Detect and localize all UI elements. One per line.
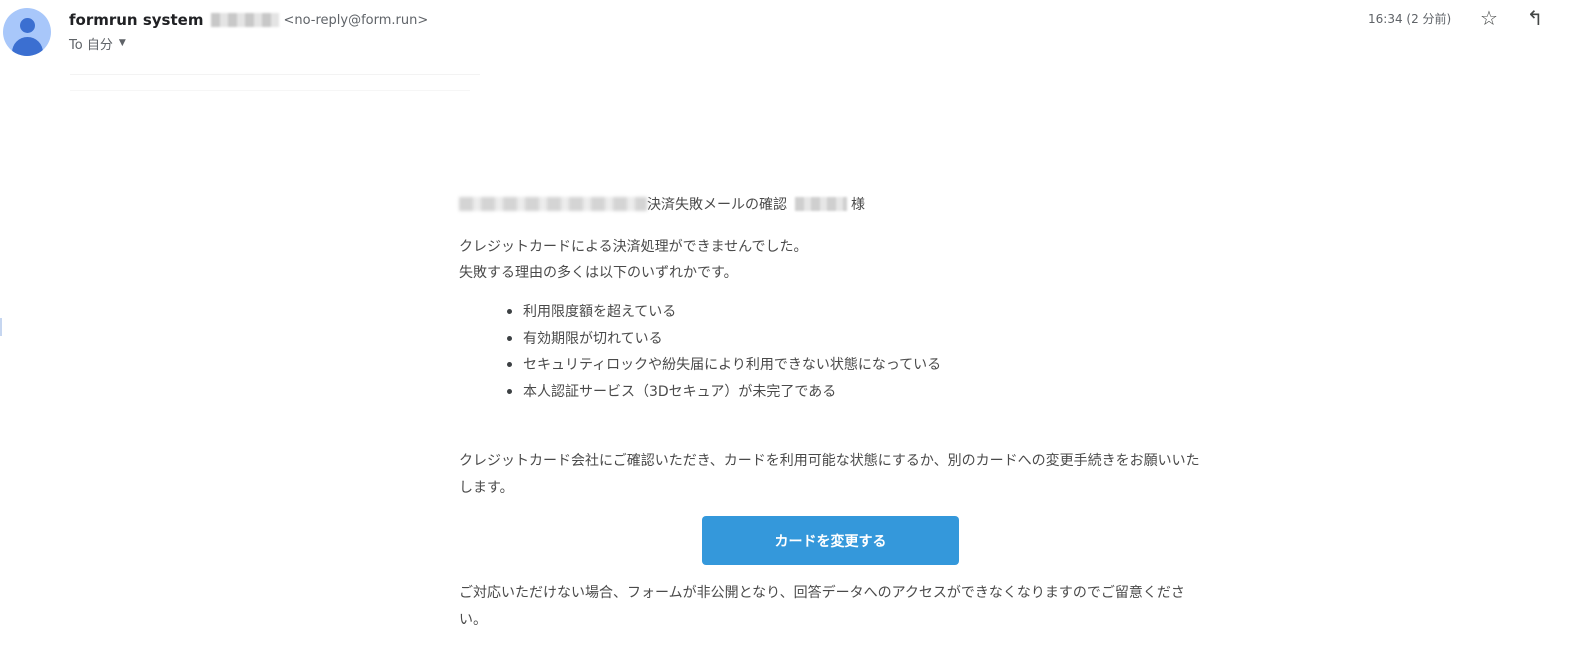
faint-divider — [70, 74, 480, 75]
redacted-sender-detail — [211, 13, 280, 27]
faint-divider-secondary — [70, 90, 470, 91]
notice-text: ご対応いただけない場合、フォームが非公開となり、回答データへのアクセスができなく… — [459, 585, 1185, 628]
greeting-subject: 決済失敗メールの確認 — [647, 197, 787, 213]
list-item: 有効期限が切れている — [507, 326, 941, 353]
list-item: セキュリティロックや紛失届により利用できない状態になっている — [507, 352, 941, 379]
redacted-form-name — [459, 197, 647, 211]
list-item: 利用限度額を超えている — [507, 299, 941, 326]
recipient-label: To 自分 — [69, 37, 113, 53]
intro-line-2: 失敗する理由の多くは以下のいずれかです。 — [459, 265, 738, 281]
email-header: formrun system <no-reply@form.run> To 自分… — [0, 0, 1582, 70]
avatar-body-shape — [12, 37, 43, 56]
request-text: クレジットカード会社にご確認いただき、カードを利用可能な状態にするか、別のカード… — [459, 453, 1200, 496]
email-timestamp: 16:34 (2 分前) — [1368, 12, 1452, 26]
avatar-head-shape — [20, 18, 35, 33]
greeting-line: 決済失敗メールの確認 様 — [459, 194, 865, 214]
sender-line: formrun system <no-reply@form.run> — [69, 9, 428, 31]
sender-avatar-icon[interactable] — [3, 8, 51, 56]
sender-email[interactable]: <no-reply@form.run> — [283, 13, 428, 28]
intro-line-1: クレジットカードによる決済処理ができませんでした。 — [459, 239, 808, 255]
caret-down-icon[interactable]: ▼ — [119, 38, 126, 48]
recipient-line[interactable]: To 自分 ▼ — [69, 33, 126, 53]
sender-name[interactable]: formrun system — [69, 11, 203, 29]
redacted-recipient-name — [795, 197, 847, 211]
reply-icon[interactable]: ↰ — [1523, 6, 1547, 30]
failure-reasons-list: 利用限度額を超えている 有効期限が切れている セキュリティロックや紛失届により利… — [507, 299, 941, 405]
side-marker — [0, 318, 2, 336]
intro-text: クレジットカードによる決済処理ができませんでした。 失敗する理由の多くは以下のい… — [459, 234, 807, 286]
star-icon[interactable]: ☆ — [1477, 6, 1501, 30]
greeting-suffix: 様 — [851, 197, 865, 213]
list-item: 本人認証サービス（3Dセキュア）が未完了である — [507, 379, 941, 406]
change-card-button[interactable]: カードを変更する — [702, 516, 959, 565]
